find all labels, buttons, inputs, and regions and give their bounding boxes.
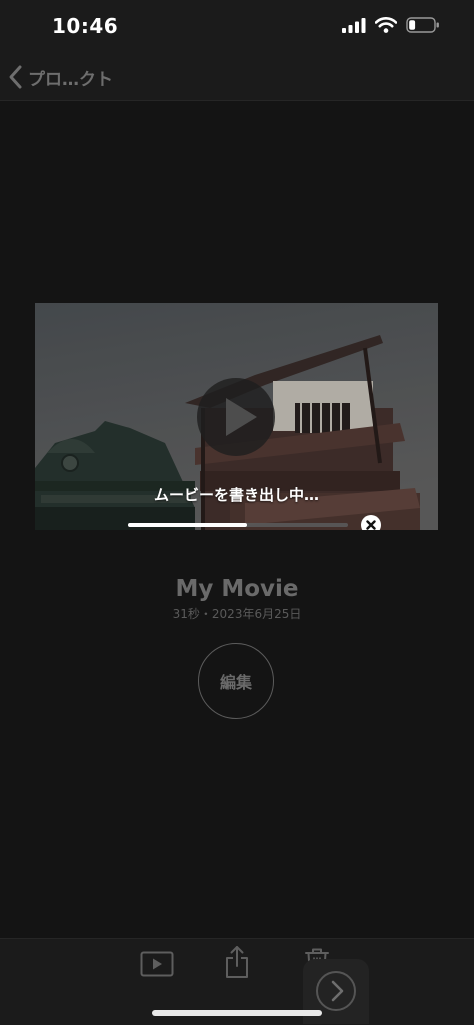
movie-preview[interactable]: ムービーを書き出し中…: [35, 303, 438, 530]
status-time: 10:46: [52, 14, 119, 38]
edit-label: 編集: [219, 673, 252, 692]
wifi-icon: [375, 17, 397, 33]
navigation-bar: プロ…クト: [0, 54, 474, 101]
play-button[interactable]: [197, 378, 275, 456]
cellular-signal-icon: [342, 18, 366, 33]
movie-title: My Movie: [175, 576, 299, 602]
status-bar: 10:46: [0, 0, 474, 54]
chevron-right-icon: [331, 980, 344, 1002]
status-icons: [342, 17, 440, 33]
next-button[interactable]: [316, 971, 356, 1011]
export-status-label: ムービーを書き出し中…: [153, 486, 319, 504]
chevron-left-icon: [9, 65, 22, 89]
movie-meta: 31秒・2023年6月25日: [172, 607, 302, 621]
home-indicator: [152, 1010, 322, 1016]
export-progress-fill: [128, 523, 247, 527]
battery-icon: [406, 17, 439, 33]
share-button[interactable]: [224, 945, 250, 983]
cancel-export-button[interactable]: [361, 515, 381, 530]
play-preview-icon: [140, 951, 174, 977]
export-progress-bar: [128, 523, 348, 527]
edit-button[interactable]: 編集: [198, 643, 274, 719]
play-icon: [226, 398, 257, 436]
play-preview-button[interactable]: [140, 951, 174, 981]
back-label: プロ…クト: [28, 69, 113, 90]
share-icon: [226, 946, 248, 978]
close-icon: [366, 520, 376, 530]
back-button[interactable]: プロ…クト: [8, 62, 113, 92]
